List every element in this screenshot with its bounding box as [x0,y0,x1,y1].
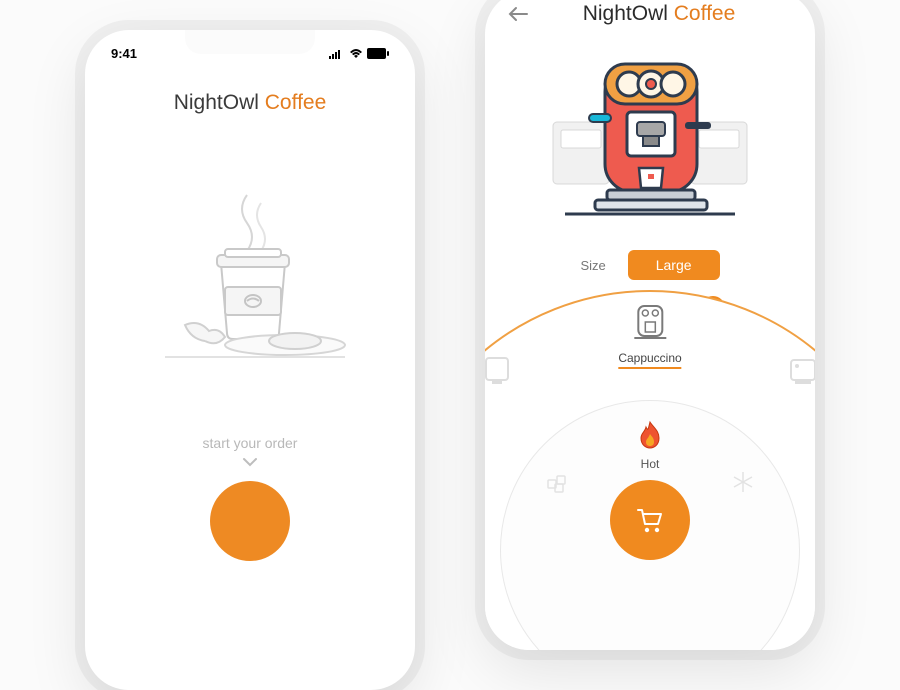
phone-left: 9:41 NightOwl Coffee [85,30,415,690]
start-order-button[interactable] [210,481,290,561]
size-label: Size [580,258,605,273]
espresso-machine-illustration [535,44,765,234]
chevron-down-icon [242,457,258,467]
selection-arc: Cappuccino Hot [485,290,815,650]
start-order-label: start your order [203,435,298,451]
drink-option-selected[interactable]: Cappuccino [618,300,681,369]
battery-icon [367,48,389,59]
flame-icon [637,420,663,450]
ice-cubes-icon [545,470,569,494]
drink-option-next[interactable] [786,354,815,391]
drink-option-prev[interactable] [485,354,514,391]
temperature-option-iced[interactable] [731,470,755,499]
start-order-prompt: start your order [85,435,415,467]
espresso-machine-icon [628,300,672,344]
size-row: Size Large [485,250,815,280]
app-title: NightOwl Coffee [85,91,415,115]
status-time: 9:41 [111,46,137,61]
coffee-machine-icon [485,354,514,388]
brand-part2: Coffee [674,2,736,25]
temperature-option-cold[interactable] [545,470,569,499]
brand-part1: NightOwl [583,2,668,25]
drink-label: Cappuccino [618,351,681,369]
cart-icon [635,506,665,534]
snowflake-icon [731,470,755,494]
size-select-button[interactable]: Large [628,250,720,280]
signal-icon [329,49,345,59]
status-icons [329,48,389,59]
coffee-cup-illustration [135,185,365,375]
temperature-label: Hot [637,457,663,471]
page-title: NightOwl Coffee [525,2,793,26]
add-to-cart-button[interactable] [610,480,690,560]
phone-right: NightOwl Coffee [485,0,815,650]
wifi-icon [349,49,363,59]
phone-notch [185,30,315,54]
brand-part2: Coffee [265,91,327,114]
coffee-machine-icon [786,354,815,388]
brand-part1: NightOwl [174,91,259,114]
temperature-selected[interactable]: Hot [637,420,663,471]
